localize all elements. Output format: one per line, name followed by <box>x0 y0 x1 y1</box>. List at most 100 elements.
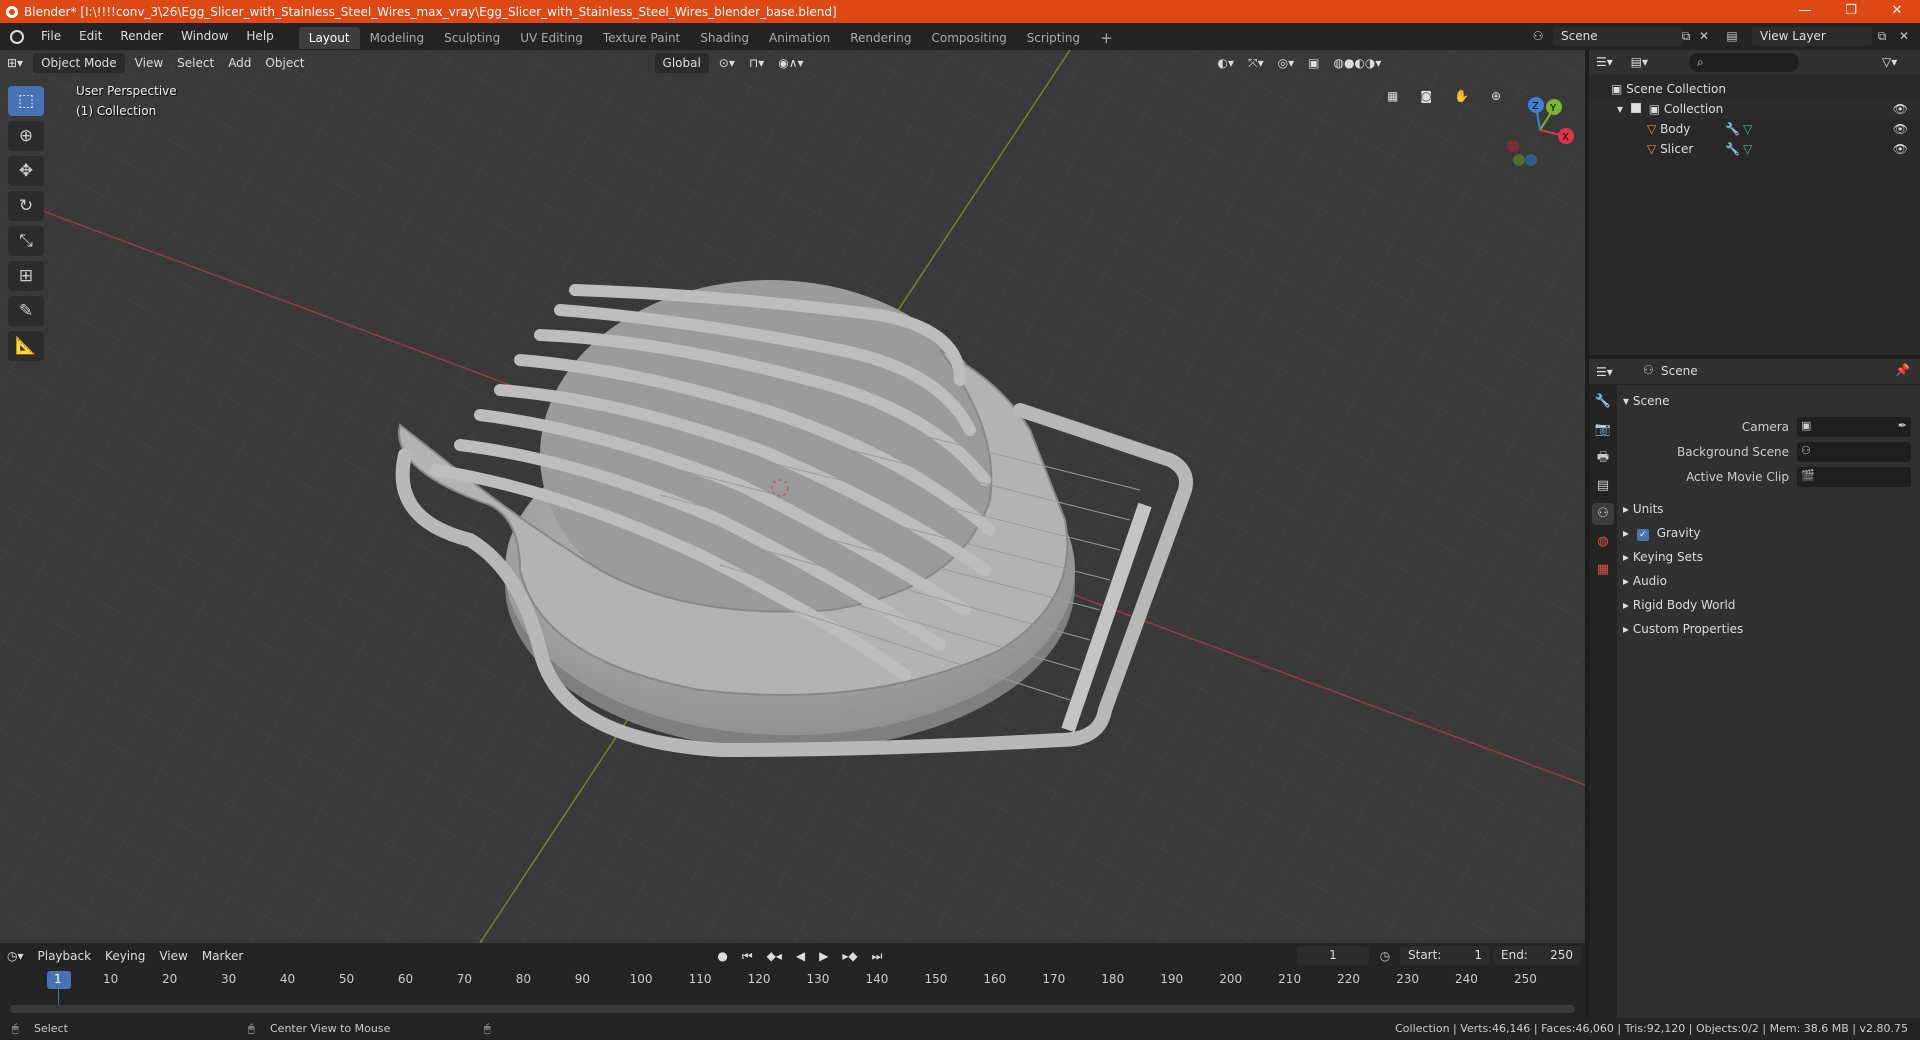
timeline-menu-marker[interactable]: Marker <box>195 946 250 966</box>
proportional-edit-icon[interactable]: ◉∧▾ <box>771 53 810 73</box>
snap-icon[interactable]: ⊓▾ <box>742 53 771 73</box>
visibility-icon[interactable]: ◐▾ <box>1211 53 1242 73</box>
active-movie-clip-field[interactable]: 🎬 <box>1797 467 1911 487</box>
timeline-ruler[interactable]: 1 10 20 30 40 50 60 70 80 90 100 110 120 130 140 150 160… <box>0 969 1585 993</box>
prev-keyframe-icon[interactable]: ◆◂ <box>760 946 789 966</box>
viewport-scene[interactable] <box>0 50 1585 943</box>
scene-selector-icon[interactable]: ⚇ <box>1528 26 1548 46</box>
transform-orientation-dropdown[interactable]: Global <box>654 53 709 73</box>
xray-icon[interactable]: ▣ <box>1301 53 1326 73</box>
modifier-wrench-icon[interactable]: 🔧 <box>1725 119 1740 139</box>
next-keyframe-icon[interactable]: ▸◆ <box>835 946 864 966</box>
maximize-button[interactable]: ❐ <box>1828 0 1874 23</box>
outliner-search-icon[interactable]: ⌕ <box>1689 53 1799 72</box>
jump-start-icon[interactable]: ⏮ <box>735 946 760 966</box>
properties-editor-type-icon[interactable]: ☰▾ <box>1589 365 1620 379</box>
mode-dropdown[interactable]: Object Mode <box>33 53 125 73</box>
pin-icon[interactable]: 📌 <box>1895 363 1910 377</box>
background-scene-field[interactable]: ⚇ <box>1797 442 1911 462</box>
panel-units[interactable]: ▸ Units <box>1623 498 1664 520</box>
blender-logo-icon[interactable] <box>10 29 24 44</box>
eyedropper-icon[interactable]: ✒ <box>1898 419 1907 432</box>
outliner-row-scene-collection[interactable]: ▣ Scene Collection <box>1589 79 1920 99</box>
menu-help[interactable]: Help <box>237 23 282 50</box>
output-tab-icon[interactable]: 🖶 <box>1592 447 1614 469</box>
annotate-tool-icon[interactable]: ✎ <box>8 296 44 326</box>
overlays-icon[interactable]: ◎▾ <box>1271 53 1302 73</box>
outliner-editor-type-icon[interactable]: ☰▾ <box>1589 55 1620 69</box>
play-reverse-icon[interactable]: ◀ <box>789 946 812 966</box>
eye-icon[interactable]: 👁 <box>1893 139 1908 159</box>
eye-icon[interactable]: 👁 <box>1893 119 1908 139</box>
delete-view-layer-icon[interactable]: ✕ <box>1894 26 1914 46</box>
outliner-row-body[interactable]: ▽ Body 🔧 ▽ 👁 <box>1589 119 1920 139</box>
minimize-button[interactable]: — <box>1782 0 1828 23</box>
close-window-button[interactable]: ✕ <box>1874 0 1920 23</box>
mesh-data-icon[interactable]: ▽ <box>1743 119 1752 139</box>
render-tab-icon[interactable]: 📷 <box>1592 419 1614 441</box>
cursor-tool-icon[interactable]: ⊕ <box>8 121 44 151</box>
gravity-checkbox[interactable]: ✓ <box>1636 529 1649 541</box>
timeline-menu-playback[interactable]: Playback <box>31 946 99 966</box>
menu-edit[interactable]: Edit <box>70 23 111 50</box>
camera-field[interactable]: ▣ ✒ <box>1797 417 1911 437</box>
viewport-menu-object[interactable]: Object <box>258 53 311 73</box>
editor-type-icon[interactable]: ⊞▾ <box>0 53 30 73</box>
panel-audio[interactable]: ▸ Audio <box>1623 570 1667 592</box>
3d-viewport[interactable]: ⊞▾ Object Mode View Select Add Object Gl… <box>0 50 1585 943</box>
measure-tool-icon[interactable]: 📐 <box>8 331 44 361</box>
pan-hand-icon[interactable]: ✋ <box>1447 86 1476 106</box>
menu-window[interactable]: Window <box>172 23 237 50</box>
scene-tab-icon[interactable]: ⚇ <box>1592 503 1614 525</box>
filter-icon[interactable]: ▽▾ <box>1875 52 1904 72</box>
tab-modeling[interactable]: Modeling <box>360 27 435 49</box>
end-frame-field[interactable]: End: 250 <box>1493 946 1581 965</box>
tab-texture-paint[interactable]: Texture Paint <box>593 27 690 49</box>
display-mode-icon[interactable]: ▤▾ <box>1624 55 1655 69</box>
view-layer-field[interactable]: View Layer <box>1752 27 1872 46</box>
jump-end-icon[interactable]: ⏭ <box>865 946 890 966</box>
modifier-wrench-icon[interactable]: 🔧 <box>1725 139 1740 159</box>
pivot-icon[interactable]: ⊙▾ <box>712 53 742 73</box>
timeline-editor-type-icon[interactable]: ◷▾ <box>0 946 31 966</box>
expand-arrow-icon[interactable]: ▾ <box>1617 102 1623 116</box>
viewport-menu-select[interactable]: Select <box>170 53 221 73</box>
viewport-menu-view[interactable]: View <box>128 53 170 73</box>
outliner-row-slicer[interactable]: ▽ Slicer 🔧 ▽ 👁 <box>1589 139 1920 159</box>
navigation-gizmo[interactable]: X Y Z <box>1500 90 1580 170</box>
timeline-menu-view[interactable]: View <box>152 946 194 966</box>
rotate-tool-icon[interactable]: ↻ <box>8 191 44 221</box>
scene-field[interactable]: Scene <box>1553 27 1683 46</box>
ortho-toggle-icon[interactable]: ▦ <box>1380 86 1405 106</box>
scene-section-header[interactable]: ▾ Scene <box>1623 390 1669 412</box>
timeline-scrollbar[interactable] <box>10 1005 1575 1013</box>
collection-checkbox[interactable] <box>1630 103 1641 113</box>
gizmo-toggle-icon[interactable]: ⤧▾ <box>1241 53 1271 73</box>
start-frame-field[interactable]: Start: 1 <box>1400 946 1490 965</box>
timeline-menu-keying[interactable]: Keying <box>98 946 152 966</box>
current-frame-field[interactable]: 1 <box>1297 946 1369 965</box>
delete-scene-icon[interactable]: ✕ <box>1694 26 1714 46</box>
tab-animation[interactable]: Animation <box>759 27 840 49</box>
view-layer-icon[interactable]: ▤ <box>1722 26 1742 46</box>
tab-uv-editing[interactable]: UV Editing <box>510 27 593 49</box>
tab-scripting[interactable]: Scripting <box>1017 27 1090 49</box>
panel-custom-properties[interactable]: ▸ Custom Properties <box>1623 618 1743 640</box>
eye-icon[interactable]: 👁 <box>1893 99 1908 119</box>
outliner-row-collection[interactable]: ▾ ▣ Collection 👁 <box>1589 99 1920 119</box>
transform-tool-icon[interactable]: ⊞ <box>8 261 44 291</box>
mesh-data-icon[interactable]: ▽ <box>1743 139 1752 159</box>
world-tab-icon[interactable]: ◍ <box>1592 531 1614 553</box>
add-workspace-icon[interactable]: + <box>1090 27 1123 49</box>
new-scene-icon[interactable]: ⧉ <box>1676 26 1696 46</box>
stopwatch-icon[interactable]: ◷ <box>1375 946 1395 966</box>
panel-keying-sets[interactable]: ▸ Keying Sets <box>1623 546 1703 568</box>
tab-sculpting[interactable]: Sculpting <box>434 27 510 49</box>
new-view-layer-icon[interactable]: ⧉ <box>1872 26 1892 46</box>
panel-gravity[interactable]: ▸ ✓ Gravity <box>1623 522 1701 544</box>
move-tool-icon[interactable]: ✥ <box>8 156 44 186</box>
tab-rendering[interactable]: Rendering <box>840 27 921 49</box>
tool-tab-icon[interactable]: 🔧 <box>1592 391 1614 413</box>
play-icon[interactable]: ▶ <box>812 946 835 966</box>
texture-tab-icon[interactable]: ▦ <box>1592 559 1614 581</box>
